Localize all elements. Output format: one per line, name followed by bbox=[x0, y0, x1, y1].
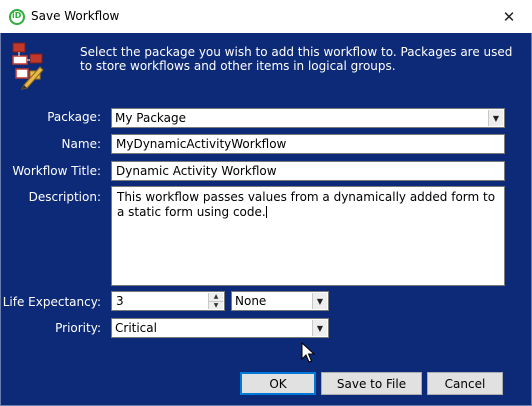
chevron-down-icon[interactable]: ▼ bbox=[312, 293, 327, 309]
close-button[interactable]: ✕ bbox=[486, 0, 532, 33]
package-label: Package: bbox=[47, 110, 101, 124]
save-to-file-button[interactable]: Save to File bbox=[321, 372, 422, 395]
package-select[interactable]: My Package ▼ bbox=[111, 108, 505, 128]
chevron-down-icon[interactable]: ▼ bbox=[312, 320, 327, 336]
stepper-buttons[interactable]: ▲ ▼ bbox=[208, 293, 223, 309]
stepper-up-icon[interactable]: ▲ bbox=[209, 293, 223, 302]
stepper-down-icon[interactable]: ▼ bbox=[209, 301, 223, 309]
life-expectancy-unit-select[interactable]: None ▼ bbox=[231, 291, 329, 311]
description-field-value: This workflow passes values from a dynam… bbox=[117, 190, 499, 219]
app-logo-icon bbox=[9, 9, 25, 25]
chevron-down-icon[interactable]: ▼ bbox=[488, 110, 503, 126]
package-select-value: My Package bbox=[115, 111, 187, 125]
workflow-title-field-value: Dynamic Activity Workflow bbox=[116, 164, 277, 178]
life-expectancy-label: Life Expectancy: bbox=[2, 295, 101, 309]
description-label: Description: bbox=[28, 190, 101, 204]
life-expectancy-stepper[interactable]: 3 ▲ ▼ bbox=[111, 291, 225, 311]
name-label: Name: bbox=[61, 137, 101, 151]
workflow-title-label: Workflow Title: bbox=[12, 164, 101, 178]
life-expectancy-unit-value: None bbox=[235, 294, 267, 308]
life-expectancy-value: 3 bbox=[116, 294, 124, 308]
priority-select[interactable]: Critical ▼ bbox=[111, 318, 329, 338]
dialog-body: Select the package you wish to add this … bbox=[1, 33, 531, 405]
title-bar: Save Workflow ✕ bbox=[0, 0, 532, 33]
workflow-icon bbox=[12, 42, 44, 90]
workflow-title-field[interactable]: Dynamic Activity Workflow bbox=[111, 161, 505, 181]
ok-button[interactable]: OK bbox=[240, 372, 316, 395]
text-caret bbox=[265, 206, 267, 218]
priority-select-value: Critical bbox=[115, 321, 157, 335]
name-field-value: MyDynamicActivityWorkflow bbox=[116, 137, 287, 151]
cancel-button[interactable]: Cancel bbox=[427, 372, 503, 395]
intro-text: Select the package you wish to add this … bbox=[80, 45, 513, 73]
description-field[interactable]: This workflow passes values from a dynam… bbox=[111, 186, 505, 286]
priority-label: Priority: bbox=[55, 321, 101, 335]
name-field[interactable]: MyDynamicActivityWorkflow bbox=[111, 134, 505, 154]
close-icon: ✕ bbox=[502, 7, 516, 26]
window-title: Save Workflow bbox=[31, 9, 120, 23]
